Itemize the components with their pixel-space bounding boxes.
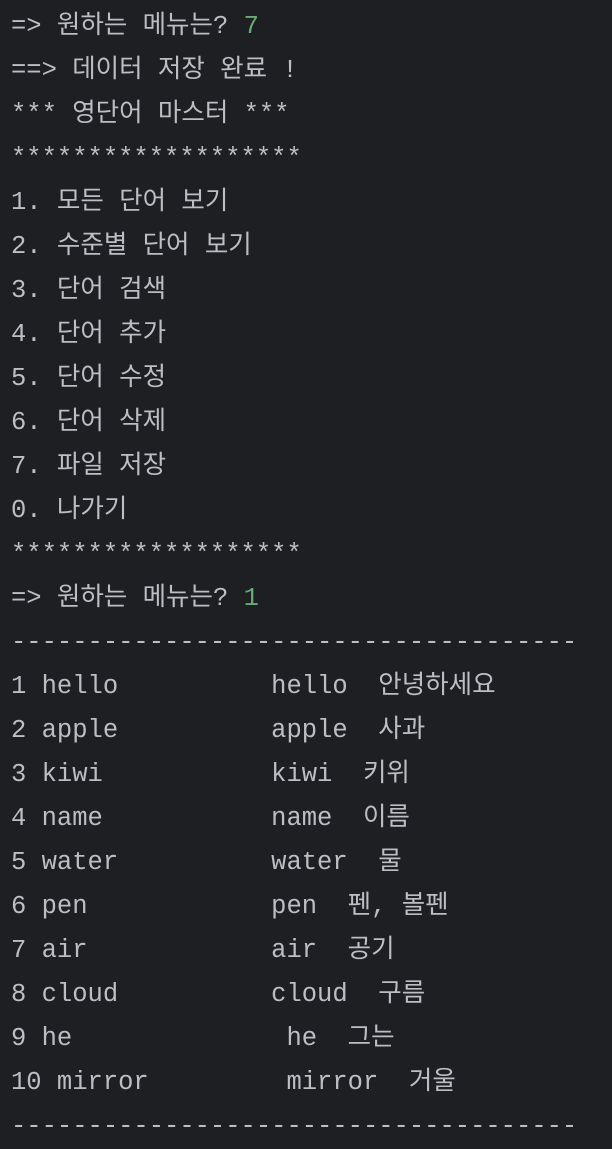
console-line: *** 영단어 마스터 ***	[11, 93, 577, 137]
console-line-text: -------------------------------------	[11, 1112, 578, 1141]
console-line: 8 cloud cloud 구름	[11, 973, 577, 1017]
console-line: 0. 나가기	[11, 489, 577, 533]
console-line: => 원하는 메뉴는? 7	[11, 5, 577, 49]
console-line-text: 4 name name 이름	[11, 804, 410, 833]
console-line: 9 he he 그는	[11, 1017, 577, 1061]
console-line-text: 3. 단어 검색	[11, 276, 167, 305]
console-line: 7 air air 공기	[11, 929, 577, 973]
console-line-text: -------------------------------------	[11, 628, 578, 657]
console-line-text: 3 kiwi kiwi 키위	[11, 760, 410, 789]
console-line: 7. 파일 저장	[11, 445, 577, 489]
console-line: 5 water water 물	[11, 841, 577, 885]
console-line: 1. 모든 단어 보기	[11, 181, 577, 225]
console-line-text: 8 cloud cloud 구름	[11, 980, 426, 1009]
console-line-text: *******************	[11, 144, 302, 173]
console-line: 4 name name 이름	[11, 797, 577, 841]
console-line: 2 apple apple 사과	[11, 709, 577, 753]
console-line: 4. 단어 추가	[11, 313, 577, 357]
console-line-text: 0. 나가기	[11, 496, 128, 525]
console-line: 6 pen pen 펜, 볼펜	[11, 885, 577, 929]
console-line: ==> 데이터 저장 완료 !	[11, 49, 577, 93]
console-line-text: => 원하는 메뉴는?	[11, 12, 244, 41]
console-line: 2. 수준별 단어 보기	[11, 225, 577, 269]
console-line-text: 5. 단어 수정	[11, 364, 167, 393]
console-line: -------------------------------------	[11, 621, 577, 665]
console-line: 3. 단어 검색	[11, 269, 577, 313]
console-line: => 원하는 메뉴는? 1	[11, 577, 577, 621]
console-line-text: 7 air air 공기	[11, 936, 395, 965]
console-line-text: *******************	[11, 540, 302, 569]
console-line-text: 10 mirror mirror 거울	[11, 1068, 456, 1097]
console-line-text: 2. 수준별 단어 보기	[11, 232, 252, 261]
console-line-text: => 원하는 메뉴는?	[11, 584, 244, 613]
console-line-text: 2 apple apple 사과	[11, 716, 426, 745]
console-line-text: 7. 파일 저장	[11, 452, 167, 481]
console-line-text: ==> 데이터 저장 완료 !	[11, 56, 298, 85]
console-line-text: 5 water water 물	[11, 848, 402, 877]
console-line: *******************	[11, 137, 577, 181]
console-line-text: 4. 단어 추가	[11, 320, 167, 349]
console-line: -------------------------------------	[11, 1105, 577, 1149]
console-line: 10 mirror mirror 거울	[11, 1061, 577, 1105]
console-line-text: 6 pen pen 펜, 볼펜	[11, 892, 449, 921]
console-line-text: *** 영단어 마스터 ***	[11, 100, 290, 129]
console-output: => 원하는 메뉴는? 7 ==> 데이터 저장 완료 ! *** 영단어 마스터 …	[11, 5, 577, 1149]
user-input-value: 1	[243, 584, 259, 613]
console-line: 3 kiwi kiwi 키위	[11, 753, 577, 797]
console-line: 1 hello hello 안녕하세요	[11, 665, 577, 709]
console-line-text: 1. 모든 단어 보기	[11, 188, 229, 217]
console-line-text: 6. 단어 삭제	[11, 408, 167, 437]
user-input-value: 7	[243, 12, 259, 41]
console-line: 6. 단어 삭제	[11, 401, 577, 445]
console-line-text: 9 he he 그는	[11, 1024, 395, 1053]
console-line: 5. 단어 수정	[11, 357, 577, 401]
console-line-text: 1 hello hello 안녕하세요	[11, 672, 496, 701]
console-line: *******************	[11, 533, 577, 577]
